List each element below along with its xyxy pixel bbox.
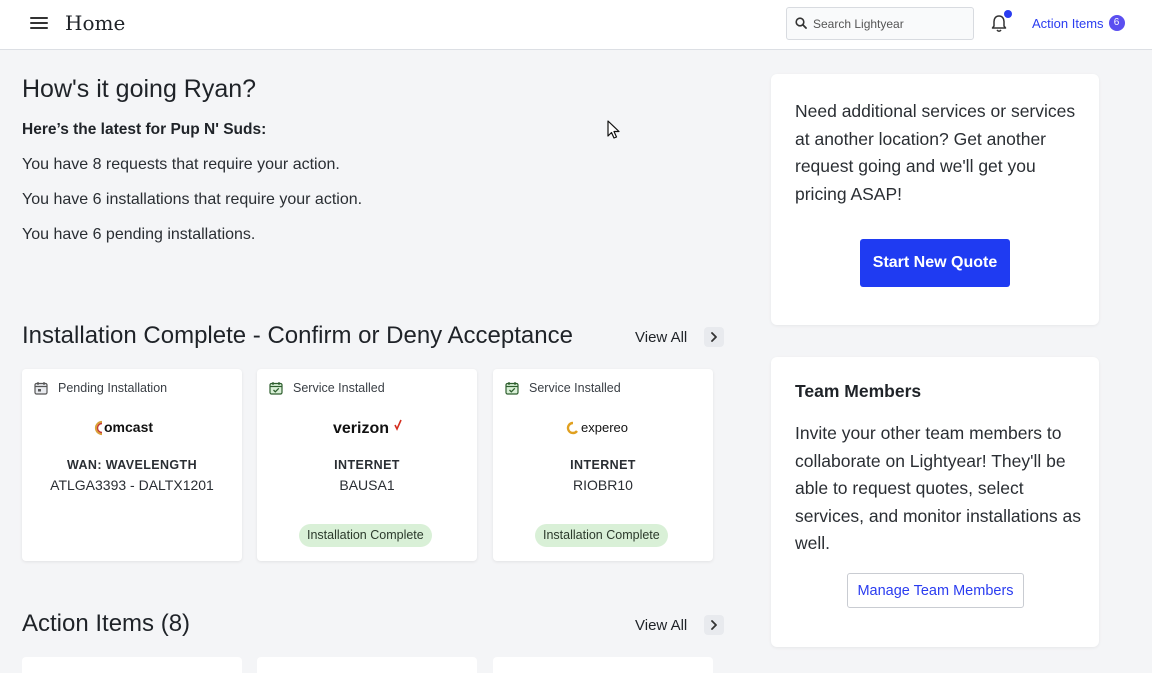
action-item-card[interactable] [257,657,477,673]
calendar-check-icon [269,382,283,395]
svg-text:expereo: expereo [581,420,628,435]
action-items-next-button[interactable] [704,615,724,635]
installations-section-title: Installation Complete - Confirm or Deny … [22,322,573,349]
svg-text:omcast: omcast [104,419,153,435]
chevron-right-icon [711,332,717,342]
card-service-type: INTERNET [334,458,400,472]
team-members-heading: Team Members [795,381,922,401]
card-service-id: ATLGA3393 - DALTX1201 [50,477,214,493]
greeting-title: How's it going Ryan? [22,75,257,103]
action-items-section-title: Action Items (8) [22,610,191,637]
action-items-link[interactable]: Action Items 6 [1032,15,1125,31]
status-line-installations: You have 6 installations that require yo… [22,191,363,208]
start-new-quote-button[interactable]: Start New Quote [860,239,1010,287]
installation-card[interactable]: Service Installed expereo INTERNET RIOBR… [493,369,713,561]
search-input[interactable] [813,8,969,39]
notification-dot [1004,10,1012,18]
card-service-type: INTERNET [570,458,636,472]
action-item-card[interactable] [22,657,242,673]
card-status-label: Service Installed [529,381,621,395]
new-quote-panel: Need additional services or services at … [771,74,1099,325]
team-members-panel: Team Members Invite your other team memb… [771,357,1099,647]
installations-view-all-link[interactable]: View All [635,329,687,346]
card-status-label: Service Installed [293,381,385,395]
installation-complete-badge: Installation Complete [535,524,668,547]
card-service-type: WAN: WAVELENGTH [66,458,198,472]
team-members-text: Invite your other team members to collab… [795,423,1081,553]
calendar-icon [34,382,48,395]
action-items-count-badge: 6 [1108,15,1125,31]
chevron-right-icon [711,620,717,630]
installation-card[interactable]: Service Installed verizon INTERNET BAUSA… [257,369,477,561]
action-item-card[interactable] [493,657,713,673]
svg-text:verizon: verizon [333,420,389,437]
installations-next-button[interactable] [704,327,724,347]
status-line-requests: You have 8 requests that require your ac… [22,156,340,173]
page-title: Home [65,11,126,35]
action-items-view-all-link[interactable]: View All [635,617,687,634]
new-quote-text: Need additional services or services at … [795,101,1076,204]
top-bar: Home Action Items 6 [0,0,1152,50]
card-status-label: Pending Installation [58,381,168,395]
status-line-pending: You have 6 pending installations. [22,226,256,243]
verizon-logo: verizon [257,417,477,439]
action-items-label: Action Items [1032,15,1104,31]
card-service-id: RIOBR10 [573,477,633,493]
search-icon [795,17,807,29]
card-service-id: BAUSA1 [339,477,395,493]
expereo-logo: expereo [493,417,713,439]
comcast-logo: omcast [22,417,242,439]
calendar-check-icon [505,382,519,395]
search-box[interactable] [786,7,974,40]
installation-complete-badge: Installation Complete [299,524,432,547]
installation-card[interactable]: Pending Installation omcast WAN: WAVELEN… [22,369,242,561]
hamburger-menu-icon[interactable] [30,15,48,31]
manage-team-members-button[interactable]: Manage Team Members [847,573,1024,608]
latest-heading: Here’s the latest for Pup N' Suds: [22,121,267,138]
mouse-cursor-icon [607,120,620,139]
